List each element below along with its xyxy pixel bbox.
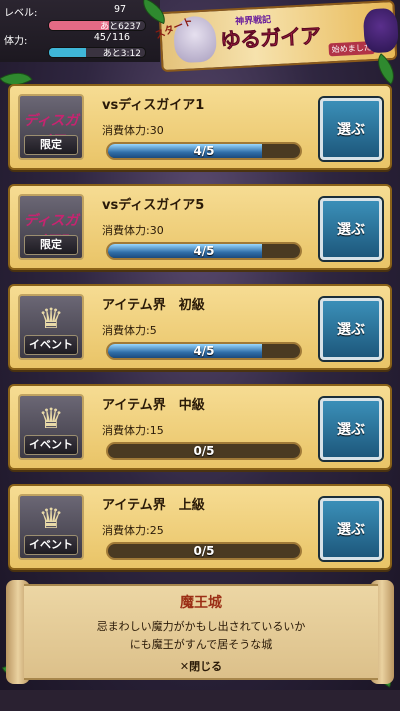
status-panel: レベル: 97 あと6237 体力: 45/116 あと3:12 <box>0 0 160 62</box>
quest-title: アイテム界 上級 <box>102 498 205 513</box>
banner-character-right <box>362 7 399 54</box>
exp-bar: あと6237 <box>48 20 146 31</box>
quest-progress-text: 4/5 <box>193 244 215 258</box>
quest-title: アイテム界 中級 <box>102 398 205 413</box>
select-button[interactable]: 選ぶ <box>320 498 382 560</box>
popup-title: 魔王城 <box>180 595 222 611</box>
quest-title: vsディスガイア1 <box>102 98 205 113</box>
quest-progress-text: 4/5 <box>193 144 215 158</box>
crown-icon: ♛ <box>38 502 64 535</box>
stamina-value: 45/116 <box>93 32 130 43</box>
quest-thumbnail: ♛ イベント <box>18 494 84 560</box>
popup-description-line: 忌まわしい魔力がかもし出されているいか <box>96 620 306 633</box>
event-banner[interactable]: スタート 神界戦記 ゆるガイア 始めました <box>154 0 399 73</box>
quest-progress-bar: 4/5 <box>106 342 302 360</box>
select-button[interactable]: 選ぶ <box>320 98 382 160</box>
exp-remaining: あと6237 <box>100 22 141 31</box>
stamina-row: 体力: 45/116 <box>4 32 130 47</box>
select-button[interactable]: 選ぶ <box>320 198 382 260</box>
quest-cost: 消費体力:5 <box>102 324 157 337</box>
popup-description: 忌まわしい魔力がかもし出されているいか にも魔王がすんで居そうな城 <box>34 618 368 654</box>
popup-description-line: にも魔王がすんで居そうな城 <box>129 638 273 651</box>
info-scroll-popup: 魔王城 忌まわしい魔力がかもし出されているいか にも魔王がすんで居そうな城 ✕閉… <box>24 584 378 680</box>
quest-title: アイテム界 初級 <box>102 298 205 313</box>
stamina-bar: あと3:12 <box>48 47 146 58</box>
close-button[interactable]: ✕閉じる <box>24 658 378 674</box>
quest-thumbnail: ♛ イベント <box>18 294 84 360</box>
bottom-nav-bar <box>0 690 400 711</box>
quest-event-label: イベント <box>24 535 78 555</box>
quest-progress-bar: 0/5 <box>106 542 302 560</box>
quest-cost: 消費体力:25 <box>102 524 164 537</box>
banner-logo: ゆるガイア <box>219 23 321 54</box>
quest-card: ディスガイア5 限定 vsディスガイア5 消費体力:30 4/5 選ぶ <box>8 184 392 270</box>
quest-limited-label: 限定 <box>24 235 78 255</box>
quest-progress-text: 0/5 <box>193 444 215 458</box>
quest-card: ♛ イベント アイテム界 中級 消費体力:15 0/5 選ぶ <box>8 384 392 470</box>
select-button[interactable]: 選ぶ <box>320 298 382 360</box>
quest-cost: 消費体力:30 <box>102 224 164 237</box>
quest-progress-text: 4/5 <box>193 344 215 358</box>
stamina-label: 体力: <box>4 36 28 47</box>
quest-limited-label: 限定 <box>24 135 78 155</box>
quest-progress-bar: 4/5 <box>106 242 302 260</box>
quest-thumbnail: ♛ イベント <box>18 394 84 460</box>
stamina-time: あと3:12 <box>102 49 141 58</box>
quest-card: ♛ イベント アイテム界 初級 消費体力:5 4/5 選ぶ <box>8 284 392 370</box>
level-row: レベル: 97 <box>4 4 126 19</box>
quest-event-label: イベント <box>24 335 78 355</box>
quest-thumbnail: ディスガイア 限定 <box>18 94 84 160</box>
crown-icon: ♛ <box>38 302 64 335</box>
quest-cost: 消費体力:30 <box>102 124 164 137</box>
level-value: 97 <box>113 4 126 15</box>
crown-icon: ♛ <box>38 402 64 435</box>
quest-card: ♛ イベント アイテム界 上級 消費体力:25 0/5 選ぶ <box>8 484 392 570</box>
quest-progress-bar: 4/5 <box>106 142 302 160</box>
quest-event-label: イベント <box>24 435 78 455</box>
select-button[interactable]: 選ぶ <box>320 398 382 460</box>
quest-thumbnail: ディスガイア5 限定 <box>18 194 84 260</box>
quest-progress-bar: 0/5 <box>106 442 302 460</box>
quest-progress-text: 0/5 <box>193 544 215 558</box>
quest-title: vsディスガイア5 <box>102 198 205 213</box>
quest-card: ディスガイア 限定 vsディスガイア1 消費体力:30 4/5 選ぶ <box>8 84 392 170</box>
stamina-bar-fill <box>49 48 87 57</box>
level-label: レベル: <box>4 8 38 19</box>
quest-cost: 消費体力:15 <box>102 424 164 437</box>
